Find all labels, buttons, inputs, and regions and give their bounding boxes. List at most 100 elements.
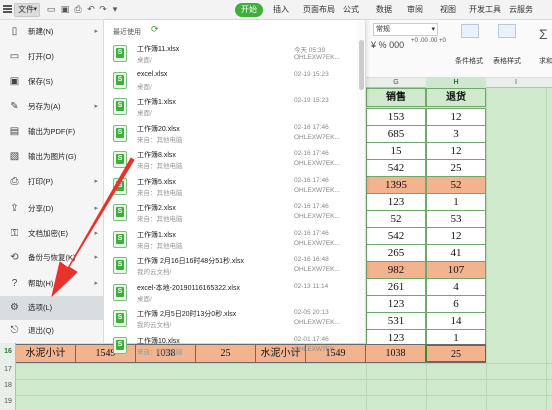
- total-cell[interactable]: 水泥小计: [16, 345, 76, 362]
- column-header-h[interactable]: H: [426, 78, 486, 88]
- returns-cell[interactable]: 41: [426, 244, 486, 262]
- row-header-19[interactable]: 19: [0, 398, 16, 405]
- sales-cell[interactable]: 15: [366, 142, 426, 160]
- sales-header[interactable]: 销售: [366, 88, 426, 107]
- menu-item-save-as[interactable]: ✎ 另存为(A) ▸: [0, 95, 104, 119]
- sum-label[interactable]: 求和: [539, 56, 552, 66]
- conditional-format-label[interactable]: 条件格式: [455, 56, 483, 66]
- row-header-18[interactable]: 18: [0, 382, 16, 389]
- returns-cell[interactable]: 12: [426, 142, 486, 160]
- row-header-17[interactable]: 17: [0, 366, 16, 373]
- scrollbar[interactable]: [357, 20, 365, 343]
- recent-file-item[interactable]: excel.xlsx 桌面/02-19 15:23: [111, 69, 357, 95]
- returns-cell[interactable]: 6: [426, 295, 486, 313]
- returns-cell[interactable]: 53: [426, 210, 486, 228]
- recent-file-item[interactable]: 工作簿11.xlsx 桌面/今天 05:39OHLEXW7EK...: [111, 42, 357, 68]
- save-icon[interactable]: ▣: [60, 4, 70, 15]
- tab-cloud[interactable]: 云服务: [509, 4, 533, 16]
- recent-file-item[interactable]: 工作簿5.xlsx 来自：其他电脑 02-16 17:46 OHLEXW7EK...: [111, 175, 357, 201]
- thousands-button[interactable]: 000: [389, 40, 404, 50]
- tab-view[interactable]: 视图: [440, 4, 456, 16]
- menu-item-open[interactable]: ▭ 打开(O): [0, 45, 104, 69]
- tab-data[interactable]: 数据: [376, 4, 392, 16]
- menu-icon[interactable]: [3, 5, 12, 13]
- print-icon: ⎙: [10, 176, 19, 187]
- ribbon-panel: 常规 ¥ % 000 +0 .00 .00 +0 条件格式 表格样式 求和 Σ: [355, 20, 552, 78]
- total-cell[interactable]: 1038: [366, 345, 426, 362]
- sales-cell[interactable]: 261: [366, 278, 426, 296]
- sales-cell[interactable]: 153: [366, 108, 426, 126]
- returns-header[interactable]: 退货: [426, 88, 486, 107]
- menu-item-new[interactable]: ▯ 新建(N) ▸: [0, 20, 104, 44]
- returns-cell[interactable]: 3: [426, 125, 486, 143]
- column-header-i[interactable]: I: [486, 78, 546, 88]
- scrollbar-thumb[interactable]: [359, 40, 364, 90]
- redo-icon[interactable]: ↷: [98, 4, 108, 15]
- returns-cell[interactable]: 4: [426, 278, 486, 296]
- row-header-16[interactable]: 16: [0, 348, 16, 355]
- sales-cell[interactable]: 685: [366, 125, 426, 143]
- menu-item-print[interactable]: ⎙ 打印(P) ▸: [0, 170, 104, 194]
- tab-start[interactable]: 开始: [235, 3, 263, 17]
- menu-item-export-pdf[interactable]: ▤ 输出为PDF(F): [0, 120, 104, 144]
- returns-cell[interactable]: 25: [426, 159, 486, 177]
- tab-review[interactable]: 审阅: [407, 4, 423, 16]
- menu-item-exit[interactable]: ⎋ 退出(Q): [0, 319, 104, 343]
- returns-cell[interactable]: 12: [426, 227, 486, 245]
- file-menu-button[interactable]: 文件: [14, 3, 40, 17]
- sales-cell[interactable]: 123: [366, 193, 426, 211]
- number-format-select[interactable]: 常规: [373, 23, 438, 36]
- table-style-icon[interactable]: [498, 24, 516, 38]
- conditional-format-icon[interactable]: [461, 24, 479, 38]
- tab-formula[interactable]: 公式: [343, 4, 359, 16]
- tab-page-layout[interactable]: 页面布局: [303, 4, 335, 16]
- file-name: 工作簿 2月5日20时13分0秒.xlsx: [137, 311, 237, 318]
- menu-item-help[interactable]: ? 帮助(H) ▸: [0, 272, 104, 296]
- percent-button[interactable]: %: [379, 40, 387, 50]
- undo-icon[interactable]: ↶: [86, 4, 96, 15]
- returns-cell[interactable]: 1: [426, 193, 486, 211]
- sales-cell[interactable]: 542: [366, 227, 426, 245]
- sales-cell[interactable]: 982: [366, 261, 426, 279]
- sales-cell[interactable]: 542: [366, 159, 426, 177]
- total-cell-selected[interactable]: 25: [426, 345, 486, 362]
- recent-file-item[interactable]: 工作簿8.xlsx 来自：其他电脑 02-16 17:46 OHLEXW7EK...: [111, 148, 357, 174]
- refresh-icon[interactable]: ⟳: [151, 25, 159, 34]
- tab-insert[interactable]: 插入: [273, 4, 289, 16]
- recent-file-item[interactable]: 工作簿10.xlsx 来自：其他电脑 02-01 17:46 OHLEXW7EK...: [111, 334, 357, 360]
- recent-file-item[interactable]: 工作簿1.xlsx 桌面/02-19 15:23: [111, 95, 357, 121]
- currency-button[interactable]: ¥: [371, 40, 376, 50]
- sales-cell[interactable]: 265: [366, 244, 426, 262]
- sales-cell[interactable]: 123: [366, 295, 426, 313]
- more-icon[interactable]: ▾: [110, 4, 120, 15]
- recent-file-item[interactable]: 工作簿 2月5日20时13分0秒.xlsx 我的云文档/02-05 20:13 OH…: [111, 307, 357, 333]
- recent-file-item[interactable]: 工作簿20.xlsx 来自：其他电脑 02-16 17:46 OHLEXW7EK...: [111, 122, 357, 148]
- folder-icon[interactable]: ▭: [46, 4, 56, 15]
- menu-item-encrypt[interactable]: ⚿ 文档加密(E) ▸: [0, 222, 104, 246]
- sales-cell[interactable]: 52: [366, 210, 426, 228]
- returns-cell[interactable]: 107: [426, 261, 486, 279]
- returns-cell[interactable]: 12: [426, 108, 486, 126]
- menu-item-save[interactable]: ▣ 保存(S): [0, 70, 104, 94]
- menu-item-backup[interactable]: ⟲ 备份与恢复(K) ▸: [0, 246, 104, 270]
- decrease-decimal-button[interactable]: .00 +0: [429, 38, 446, 44]
- increase-decimal-button[interactable]: +0 .00: [411, 38, 428, 44]
- table-style-label[interactable]: 表格样式: [493, 56, 521, 66]
- tab-developer[interactable]: 开发工具: [469, 4, 501, 16]
- recent-file-item[interactable]: 工作簿2.xlsx 来自：其他电脑 02-16 17:46 OHLEXW7EK...: [111, 201, 357, 227]
- recent-file-item[interactable]: excel-本地-20190116165322.xlsx 桌面/02-13 11:…: [111, 281, 357, 307]
- gridline: [0, 395, 552, 396]
- sum-icon[interactable]: Σ: [539, 26, 548, 42]
- menu-item-options[interactable]: ⚙ 选项(L): [0, 296, 104, 320]
- returns-cell[interactable]: 14: [426, 312, 486, 330]
- print-icon[interactable]: ⎙: [73, 4, 83, 15]
- menu-item-label: 新建(N): [28, 27, 54, 36]
- column-header-g[interactable]: G: [366, 78, 426, 88]
- recent-file-item[interactable]: 工作簿1.xlsx 来自：其他电脑 02-16 17:46 OHLEXW7EK...: [111, 228, 357, 254]
- sales-cell[interactable]: 1395: [366, 176, 426, 194]
- menu-item-export-image[interactable]: ▧ 输出为图片(G): [0, 145, 104, 169]
- menu-item-share[interactable]: ⇪ 分享(D) ▸: [0, 197, 104, 221]
- returns-cell[interactable]: 52: [426, 176, 486, 194]
- sales-cell[interactable]: 531: [366, 312, 426, 330]
- recent-file-item[interactable]: 工作簿 2月16日16时48分51秒.xlsx 我的云文档/02-16 16:48…: [111, 254, 357, 280]
